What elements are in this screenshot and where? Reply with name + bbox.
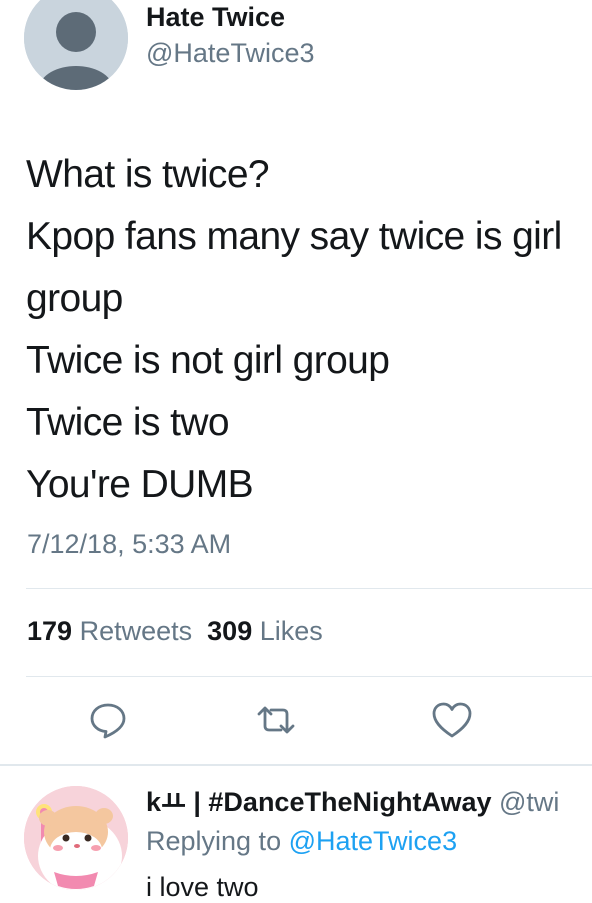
author-display-name[interactable]: Hate Twice — [146, 2, 285, 33]
replying-to-mention-link[interactable]: @HateTwice3 — [289, 826, 457, 856]
tweet-stats: 179 Retweets 309 Likes — [27, 616, 323, 647]
author-handle[interactable]: @HateTwice3 — [146, 38, 314, 69]
likes-count: 309 — [207, 616, 253, 646]
replying-to-prefix: Replying to — [146, 826, 282, 856]
divider — [26, 588, 592, 589]
tweet-text-line: Twice is not girl group — [26, 339, 390, 382]
heart-icon — [432, 702, 472, 738]
tweet-text-line: group — [26, 277, 123, 320]
retweets-label: Retweets — [79, 616, 193, 646]
reply-author-avatar[interactable] — [24, 786, 128, 890]
reply-button[interactable] — [86, 698, 130, 742]
replying-to-line: Replying to @HateTwice3 — [146, 826, 457, 857]
reply-author-line: kㅛ | #DanceTheNightAway @twi — [146, 784, 592, 824]
retweets-count: 179 — [27, 616, 73, 646]
tweet-timestamp: 7/12/18, 5:33 AM — [27, 529, 232, 559]
default-avatar[interactable] — [24, 0, 128, 90]
like-button[interactable] — [430, 698, 474, 742]
speech-bubble-icon — [90, 703, 126, 739]
divider — [26, 676, 592, 677]
tweet-text-line: What is twice? — [26, 153, 270, 196]
likes-label: Likes — [259, 616, 323, 646]
tweet-header: Hate Twice @HateTwice3 — [0, 0, 592, 110]
reply-author-handle[interactable]: @twi — [499, 787, 559, 817]
section-divider — [0, 764, 592, 766]
tweet-text-line: Twice is two — [26, 401, 230, 444]
likes-stat[interactable]: 309 Likes — [207, 616, 323, 646]
tweet-text-line: Kpop fans many say twice is girl — [26, 215, 562, 258]
reply-author-name[interactable]: kㅛ | #DanceTheNightAway — [146, 787, 492, 817]
retweet-arrows-icon — [257, 706, 295, 734]
tweet-text: What is twice? Kpop fans many say twice … — [26, 144, 592, 516]
retweet-button[interactable] — [254, 698, 298, 742]
tweet-text-line: You're DUMB — [26, 463, 254, 506]
retweets-stat[interactable]: 179 Retweets — [27, 616, 192, 646]
cartoon-hamster-avatar-icon — [24, 786, 128, 890]
default-profile-icon — [24, 0, 128, 90]
